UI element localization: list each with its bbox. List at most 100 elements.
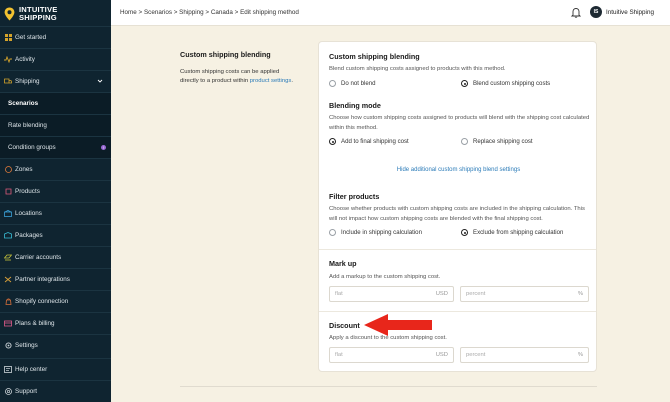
sidebar-item-activity[interactable]: Activity	[0, 48, 111, 70]
sidebar-item-label: Carrier accounts	[15, 254, 62, 261]
avatar[interactable]: IS	[590, 6, 602, 18]
input-placeholder: flat	[335, 291, 343, 297]
integrations-icon	[4, 276, 12, 284]
markup-title: Mark up	[329, 259, 357, 268]
sidebar-item-rate-blending[interactable]: Rate blending	[0, 114, 111, 136]
radio-label: Replace shipping cost	[473, 138, 533, 145]
brand-logo[interactable]: Intuitive Shipping	[4, 4, 58, 23]
radio-exclude-products[interactable]: Exclude from shipping calculation	[461, 229, 563, 236]
brand-line-2: Shipping	[19, 12, 57, 22]
sidebar-item-label: Activity	[15, 56, 35, 63]
bell-icon[interactable]	[571, 7, 581, 18]
input-suffix: %	[577, 291, 583, 297]
radio-do-not-blend[interactable]: Do not blend	[329, 80, 376, 87]
sidebar-item-label: Shipping	[15, 78, 40, 85]
sidebar-item-label: Packages	[15, 232, 43, 239]
breadcrumb[interactable]: Home > Scenarios > Shipping > Canada > E…	[120, 9, 299, 16]
sidebar-item-shopify-connection[interactable]: Shopify connection	[0, 290, 111, 312]
blend-settings-card: Custom shipping blending Blend custom sh…	[318, 41, 597, 372]
sidebar-item-plans-billing[interactable]: Plans & billing	[0, 312, 111, 334]
blending-mode-text: Choose how custom shipping costs assigne…	[329, 115, 590, 131]
section-description-title: Custom shipping blending	[180, 50, 271, 59]
sidebar-nav: Get started Activity Shipping Scenarios …	[0, 26, 111, 356]
shipping-icon	[4, 78, 12, 86]
sidebar-item-label: Condition groups	[8, 144, 56, 151]
input-placeholder: percent	[466, 291, 486, 297]
radio-add-to-final[interactable]: Add to final shipping cost	[329, 138, 409, 145]
radio-dot[interactable]	[461, 80, 468, 87]
sidebar-item-label: Scenarios	[8, 100, 39, 107]
shopify-icon	[4, 298, 12, 306]
brand-name: Intuitive Shipping	[19, 5, 58, 22]
top-bar: Home > Scenarios > Shipping > Canada > E…	[111, 0, 670, 26]
package-icon	[4, 232, 12, 240]
markup-flat-input[interactable]: flat USD	[329, 286, 454, 302]
radio-replace-shipping[interactable]: Replace shipping cost	[461, 138, 533, 145]
sidebar-item-scenarios[interactable]: Scenarios	[0, 92, 111, 114]
description-end: .	[291, 78, 293, 85]
radio-label: Blend custom shipping costs	[473, 80, 551, 87]
divider	[319, 311, 596, 312]
sidebar-item-packages[interactable]: Packages	[0, 224, 111, 246]
sidebar-item-label: Get started	[15, 34, 47, 41]
input-suffix: USD	[435, 352, 448, 358]
carrier-icon	[4, 254, 12, 262]
chevron-down-icon[interactable]	[97, 78, 103, 84]
annotation-arrow-icon	[364, 314, 432, 336]
blending-mode-title: Blending mode	[329, 101, 381, 110]
sidebar-item-help-center[interactable]: Help center	[0, 358, 111, 380]
products-icon	[4, 188, 12, 196]
sidebar-item-label: Zones	[15, 166, 33, 173]
radio-dot[interactable]	[329, 138, 336, 145]
filter-products-title: Filter products	[329, 192, 380, 201]
divider	[319, 249, 596, 250]
sidebar-item-condition-groups[interactable]: Condition groups !	[0, 136, 111, 158]
sidebar-item-label: Support	[15, 388, 38, 395]
sidebar-item-products[interactable]: Products	[0, 180, 111, 202]
product-settings-link[interactable]: product settings	[250, 78, 292, 84]
sidebar-item-settings[interactable]: Settings	[0, 334, 111, 356]
discount-flat-input[interactable]: flat USD	[329, 347, 454, 363]
zones-icon	[4, 166, 12, 174]
sidebar-item-support[interactable]: Support	[0, 380, 111, 402]
input-placeholder: flat	[335, 352, 343, 358]
blending-text: Blend custom shipping costs assigned to …	[329, 66, 506, 72]
sidebar-item-get-started[interactable]: Get started	[0, 26, 111, 48]
sidebar-item-label: Plans & billing	[15, 320, 55, 327]
sidebar-item-partner-integrations[interactable]: Partner integrations	[0, 268, 111, 290]
section-divider	[180, 386, 597, 387]
hide-settings-link[interactable]: Hide additional custom shipping blend se…	[319, 167, 598, 173]
sidebar-item-label: Rate blending	[8, 122, 47, 129]
discount-title: Discount	[329, 321, 360, 330]
radio-include-products[interactable]: Include in shipping calculation	[329, 229, 422, 236]
sidebar-item-label: Shopify connection	[15, 298, 69, 305]
input-suffix: USD	[435, 291, 448, 297]
sidebar-item-shipping[interactable]: Shipping	[0, 70, 111, 92]
sidebar-bottom: Help center Support	[0, 358, 111, 402]
help-icon	[4, 366, 12, 374]
account-name[interactable]: Intuitive Shipping	[606, 9, 654, 16]
sidebar-item-label: Help center	[15, 366, 48, 373]
input-placeholder: percent	[466, 352, 486, 358]
gear-icon	[4, 342, 12, 350]
sidebar-item-carrier-accounts[interactable]: Carrier accounts	[0, 246, 111, 268]
radio-dot[interactable]	[329, 80, 336, 87]
sidebar-item-zones[interactable]: Zones	[0, 158, 111, 180]
discount-percent-input[interactable]: percent %	[460, 347, 589, 363]
markup-percent-input[interactable]: percent %	[460, 286, 589, 302]
activity-icon	[4, 56, 12, 64]
radio-dot[interactable]	[461, 229, 468, 236]
support-icon	[4, 388, 12, 396]
section-description-text: Custom shipping costs can be applied dir…	[180, 68, 298, 87]
radio-dot[interactable]	[461, 138, 468, 145]
billing-icon	[4, 320, 12, 328]
filter-products-text: Choose whether products with custom ship…	[329, 206, 585, 222]
map-pin-icon	[4, 7, 15, 20]
grid-icon	[4, 34, 12, 42]
input-suffix: %	[577, 352, 583, 358]
radio-dot[interactable]	[329, 229, 336, 236]
radio-blend-custom-costs[interactable]: Blend custom shipping costs	[461, 80, 550, 87]
sidebar-item-locations[interactable]: Locations	[0, 202, 111, 224]
sidebar-item-label: Settings	[15, 342, 38, 349]
markup-text: Add a markup to the custom shipping cost…	[329, 274, 441, 280]
